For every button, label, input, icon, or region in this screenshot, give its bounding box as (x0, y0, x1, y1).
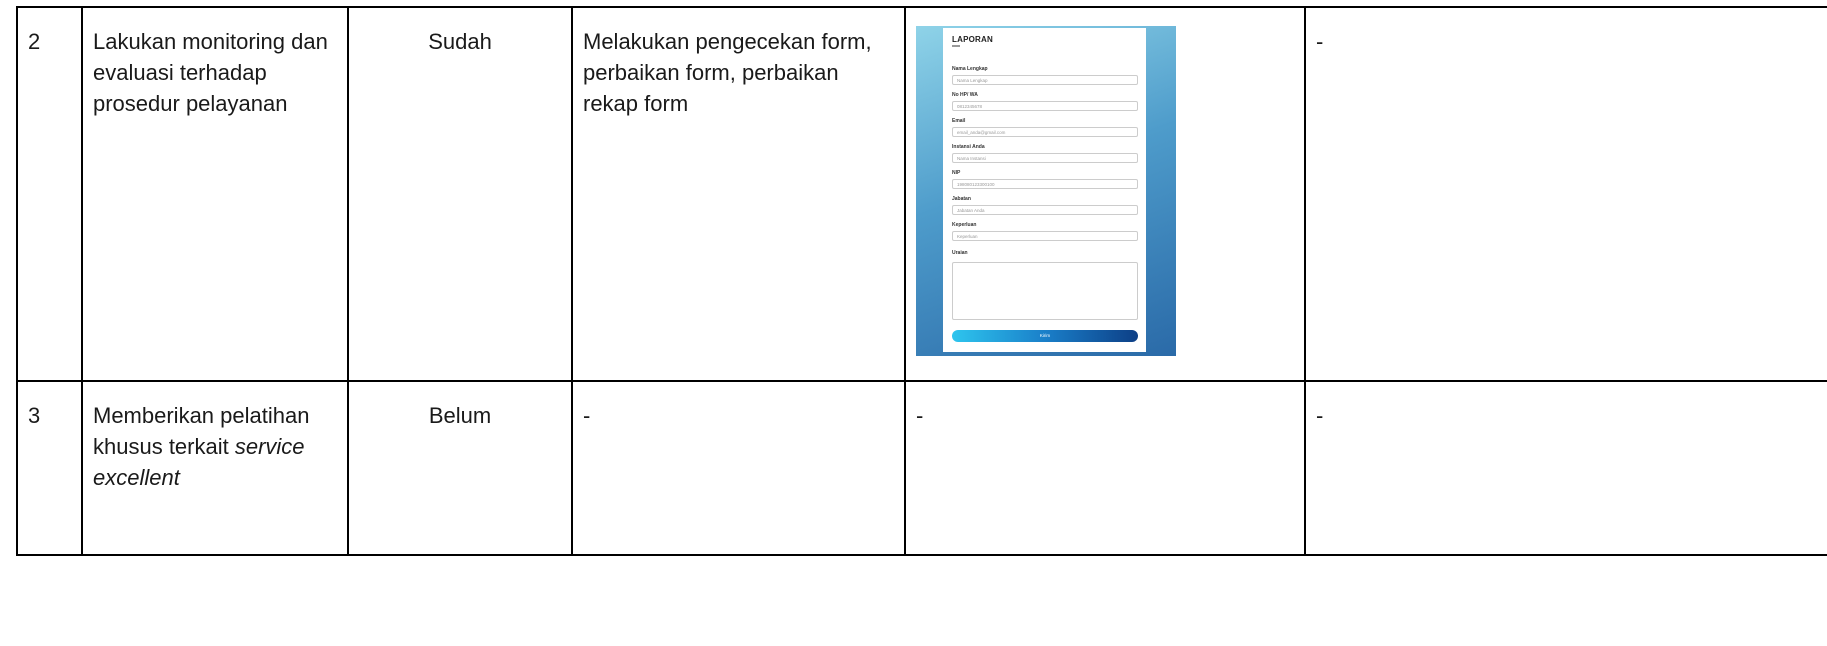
field-label: Jabatan (952, 196, 971, 202)
description-cell: - (571, 380, 906, 556)
activity-cell: Lakukan monitoring dan evaluasi terhadap… (81, 6, 349, 382)
field-label: Uraian (952, 250, 968, 256)
field-label: Instansi Anda (952, 144, 985, 150)
description-cell: Melakukan pengecekan form, perbaikan for… (571, 6, 906, 382)
phone-input: 0812345678 (952, 101, 1138, 111)
field-label: Keperluan (952, 222, 977, 228)
table-row: 3 Memberikan pelatihan khusus terkait se… (16, 380, 1827, 556)
field-label: Email (952, 118, 966, 124)
evidence-cell: - (904, 380, 1306, 556)
table-row: 2 Lakukan monitoring dan evaluasi terhad… (16, 6, 1827, 382)
form-card: LAPORAN Nama Lengkap Nama Lengkap No HP/… (943, 28, 1146, 352)
row-number: 2 (16, 6, 83, 382)
field-label: No HP/ WA (952, 92, 978, 98)
notes-cell: - (1304, 380, 1827, 556)
field-label: NIP (952, 170, 961, 176)
row-number: 3 (16, 380, 83, 556)
field-label: Nama Lengkap (952, 66, 988, 72)
activity-cell: Memberikan pelatihan khusus terkait serv… (81, 380, 349, 556)
form-screenshot: LAPORAN Nama Lengkap Nama Lengkap No HP/… (916, 26, 1176, 356)
institution-input: Nama Instansi (952, 153, 1138, 163)
evidence-cell: LAPORAN Nama Lengkap Nama Lengkap No HP/… (904, 6, 1306, 382)
status-cell: Sudah (347, 6, 573, 382)
title-underline (952, 45, 960, 47)
description-textarea (952, 262, 1138, 320)
name-input: Nama Lengkap (952, 75, 1138, 85)
email-input: email_anda@gmail.com (952, 127, 1138, 137)
status-cell: Belum (347, 380, 573, 556)
submit-button: Kirim (952, 330, 1138, 342)
position-input: Jabatan Anda (952, 205, 1138, 215)
purpose-input: Keperluan (952, 231, 1138, 241)
nip-input: 198080123300100 (952, 179, 1138, 189)
notes-cell: - (1304, 6, 1827, 382)
report-table: 2 Lakukan monitoring dan evaluasi terhad… (16, 6, 1827, 556)
form-title: LAPORAN (952, 35, 993, 44)
